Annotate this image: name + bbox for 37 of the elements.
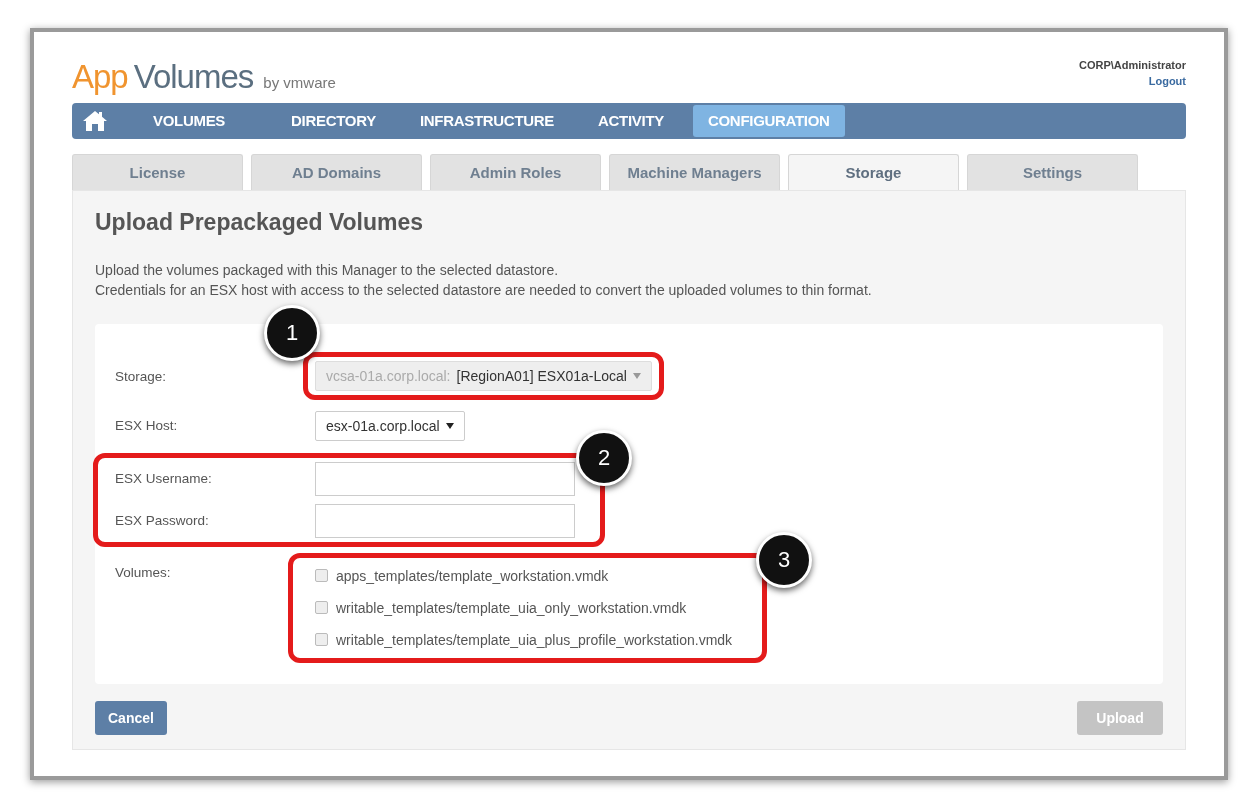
checkbox[interactable] (315, 633, 328, 647)
caret-icon (445, 422, 454, 429)
checkbox-option[interactable]: writable_templates/template_uia_only_workstation.vmdk (315, 595, 733, 620)
nav-tab[interactable]: CONFIGURATION (692, 105, 845, 137)
field-label: Volumes: (115, 563, 172, 580)
home-icon[interactable] (82, 110, 108, 132)
logo-text: Volumes (133, 58, 254, 96)
tab[interactable]: Machine Managers (609, 154, 780, 190)
checkbox-option[interactable]: apps_templates/template_workstation.vmdk (315, 563, 733, 588)
description-text: Upload the volumes packaged with this Manager to the selected datastore. (95, 261, 560, 280)
checkbox-option[interactable]: writable_templates/template_uia_plus_profile_workstation.vmdk (315, 627, 733, 652)
tab[interactable]: Settings (967, 154, 1138, 190)
user-name: CORP\Administrator (1079, 59, 1186, 71)
field-label: ESX Host: (115, 418, 179, 434)
logout-link[interactable]: Logout (1148, 75, 1186, 87)
tab[interactable]: AD Domains (251, 154, 422, 190)
tab[interactable]: License (72, 154, 243, 190)
logo-text: App (72, 58, 128, 96)
field-label: ESX Password: (115, 513, 210, 529)
nav-tab[interactable]: DIRECTORY (276, 105, 391, 137)
page-title: Upload Prepackaged Volumes (95, 209, 425, 236)
input-field[interactable] (315, 461, 575, 496)
nav-tab[interactable]: VOLUMES (138, 105, 241, 137)
tab[interactable]: Admin Roles (430, 154, 601, 190)
cancel-button[interactable]: Cancel (95, 701, 167, 735)
logo-tagline: by vmware (263, 74, 336, 91)
input-field[interactable] (315, 503, 575, 538)
field-label: Storage: (115, 369, 168, 384)
nav-tab[interactable]: INFRASTRUCTURE (404, 105, 570, 137)
tab[interactable]: Storage (788, 154, 959, 190)
field-label: ESX Username: (115, 471, 213, 487)
checkbox[interactable] (315, 601, 328, 615)
checkbox[interactable] (315, 569, 328, 583)
nav-tab[interactable]: ACTIVITY (583, 105, 679, 137)
description-text: Credentials for an ESX host with access to the selected datastore are needed to convert the uploaded volumes to thin format. (95, 281, 873, 300)
caret-icon (632, 373, 641, 380)
dropdown[interactable]: esx-01a.corp.local (315, 410, 465, 441)
